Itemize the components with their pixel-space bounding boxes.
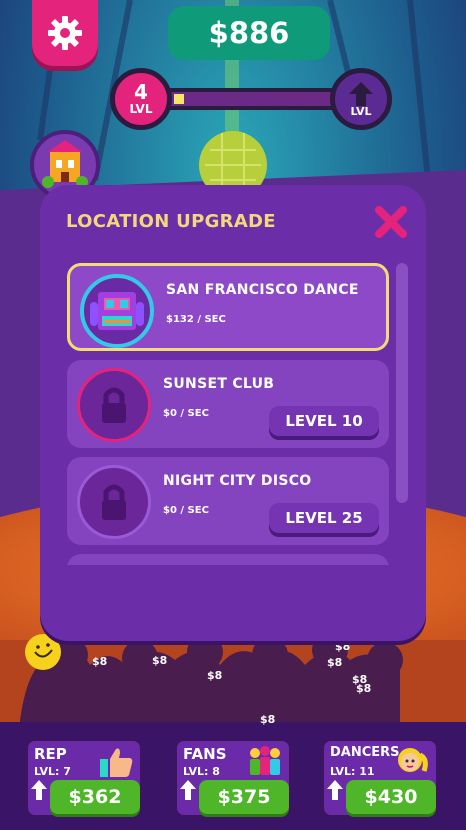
lock-icon <box>102 484 126 520</box>
location-upgrade-modal: LOCATION UPGRADE SAN FRANCISCO DANCE $13… <box>40 185 426 641</box>
scrollbar[interactable] <box>396 263 408 503</box>
fans-icon <box>250 746 280 775</box>
dancer-icon <box>398 748 428 772</box>
stat-title: REP <box>34 745 67 763</box>
location-rate: $0 / SEC <box>163 505 209 516</box>
location-list: SAN FRANCISCO DANCE $132 / SEC SUNSET CL… <box>67 263 389 565</box>
settings-button[interactable] <box>32 0 98 66</box>
location-thumbnail-locked <box>77 465 151 539</box>
location-name: NIGHT CITY DISCO <box>163 473 312 489</box>
player-level-badge: 4 LVL <box>110 68 172 130</box>
thumbs-up-icon <box>100 748 133 777</box>
earning-popup: $8 <box>207 669 223 682</box>
earning-popup: $8 <box>92 655 108 668</box>
location-rate: $0 / SEC <box>163 408 209 419</box>
level-number: 4 <box>134 80 148 104</box>
location-thumbnail-locked <box>77 368 151 442</box>
money-display: $886 <box>168 6 330 60</box>
location-name: SUNSET CLUB <box>163 376 275 392</box>
gear-icon <box>48 16 82 50</box>
earning-popup: $8 <box>260 713 276 726</box>
location-rate: $132 / SEC <box>166 314 226 325</box>
earning-popup: $8 <box>327 656 343 669</box>
earning-popup: $8 <box>152 654 168 667</box>
level-up-label: LVL <box>350 105 372 118</box>
location-card-san-francisco-dance[interactable]: SAN FRANCISCO DANCE $132 / SEC <box>67 263 389 351</box>
upgrade-arrow-icon <box>31 780 47 800</box>
location-card-sunset-club[interactable]: SUNSET CLUB $0 / SEC LEVEL 10 <box>67 360 389 448</box>
stat-level: LVL: 7 <box>34 765 71 778</box>
rep-upgrade-panel: REP LVL: 7 $362 <box>25 738 143 818</box>
location-thumbnail <box>80 274 154 348</box>
stat-title: DANCERS <box>330 745 400 760</box>
close-button[interactable] <box>374 205 408 239</box>
level-progress-bar <box>162 88 352 110</box>
lock-icon <box>102 387 126 423</box>
level-up-button[interactable]: LVL <box>330 68 392 130</box>
stat-level: LVL: 8 <box>183 765 220 778</box>
required-level-badge: LEVEL 10 <box>269 406 379 436</box>
dancers-upgrade-panel: DANCERS LVL: 11 $430 <box>321 738 439 818</box>
fans-upgrade-panel: FANS LVL: 8 $375 <box>174 738 292 818</box>
modal-title: LOCATION UPGRADE <box>66 211 276 232</box>
required-level-badge: LEVEL 25 <box>269 503 379 533</box>
upgrade-arrow-icon <box>180 780 196 800</box>
buy-fans-button[interactable]: $375 <box>199 780 289 814</box>
upgrade-arrow-icon <box>327 780 343 800</box>
buy-dancers-button[interactable]: $430 <box>346 780 436 814</box>
buy-rep-button[interactable]: $362 <box>50 780 140 814</box>
stat-level: LVL: 11 <box>330 765 375 778</box>
level-label: LVL <box>129 102 153 116</box>
earning-popup: $8 <box>335 640 351 653</box>
location-card-next[interactable] <box>67 554 389 565</box>
level-progress-fill <box>174 94 184 104</box>
location-card-night-city-disco[interactable]: NIGHT CITY DISCO $0 / SEC LEVEL 25 <box>67 457 389 545</box>
close-icon <box>375 206 407 238</box>
location-name: SAN FRANCISCO DANCE <box>166 282 359 298</box>
dance-club-icon <box>90 292 144 330</box>
stat-title: FANS <box>183 745 227 763</box>
earning-popup: $8 <box>356 682 372 695</box>
